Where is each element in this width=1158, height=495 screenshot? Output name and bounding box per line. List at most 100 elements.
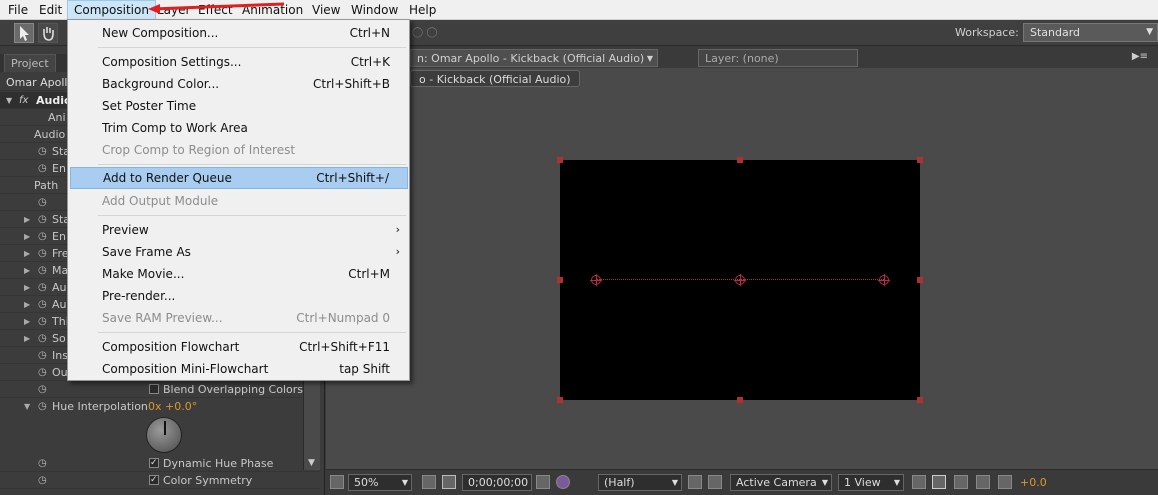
stopwatch-icon[interactable]: ◷ <box>38 313 47 330</box>
menu-item-new-composition[interactable]: New Composition... Ctrl+N <box>70 22 408 44</box>
timeline-icon[interactable] <box>954 475 968 489</box>
stopwatch-icon[interactable]: ◷ <box>38 296 47 313</box>
stopwatch-icon[interactable]: ◷ <box>38 398 47 415</box>
camera-snapshot-icon[interactable] <box>536 475 550 489</box>
stopwatch-icon[interactable]: ◷ <box>38 347 47 364</box>
menu-item-background-color[interactable]: Background Color... Ctrl+Shift+B <box>70 73 408 95</box>
stopwatch-icon[interactable]: ◷ <box>38 455 47 472</box>
camera-dropdown[interactable]: Active Camera ▼ <box>730 474 832 491</box>
selection-tool-icon[interactable] <box>14 23 34 43</box>
region-of-interest-icon[interactable] <box>688 475 702 489</box>
menu-item-trim-comp[interactable]: Trim Comp to Work Area <box>70 117 408 139</box>
reset-exposure-icon[interactable] <box>998 475 1012 489</box>
tab-composition[interactable]: n: Omar Apollo - Kickback (Official Audi… <box>410 49 658 67</box>
tab-project[interactable]: Project <box>4 54 56 72</box>
menu-item-shortcut: Ctrl+K <box>350 55 390 69</box>
exposure-value[interactable]: +0.0 <box>1020 476 1047 489</box>
menu-view[interactable]: View <box>306 0 346 20</box>
transform-handle[interactable] <box>737 397 743 403</box>
stopwatch-icon[interactable]: ◷ <box>38 262 47 279</box>
flowchart-icon[interactable] <box>976 475 990 489</box>
stopwatch-icon[interactable]: ◷ <box>38 381 47 398</box>
hand-tool-icon[interactable] <box>38 23 58 43</box>
menu-item-pre-render[interactable]: Pre-render... <box>70 285 408 307</box>
fx-icon[interactable]: fx <box>19 92 28 109</box>
panel-menu-icon[interactable]: ▶≡ <box>1132 51 1148 62</box>
toggle-pixel-aspect-icon[interactable] <box>912 475 926 489</box>
composition-canvas[interactable] <box>557 157 923 403</box>
expand-triangle-icon[interactable]: ▶ <box>24 245 30 262</box>
hue-interpolation-dial[interactable] <box>146 417 182 453</box>
menu-item-label: Add Output Module <box>102 194 219 208</box>
menu-item-add-to-render-queue[interactable]: Add to Render Queue Ctrl+Shift+/ <box>70 167 408 189</box>
transform-handle[interactable] <box>917 157 923 163</box>
expand-triangle-icon[interactable]: ▶ <box>24 296 30 313</box>
stopwatch-icon[interactable]: ◷ <box>38 160 47 177</box>
prop-label: So <box>52 332 66 345</box>
anchor-crosshair-icon[interactable] <box>734 274 746 286</box>
expand-triangle-icon[interactable]: ▶ <box>24 330 30 347</box>
stopwatch-icon[interactable]: ◷ <box>38 364 47 381</box>
transform-handle[interactable] <box>557 277 563 283</box>
views-dropdown[interactable]: 1 View ▼ <box>838 474 904 491</box>
stopwatch-icon[interactable]: ◷ <box>38 279 47 296</box>
stopwatch-icon[interactable]: ◷ <box>38 194 47 211</box>
transparency-grid-icon[interactable] <box>708 475 722 489</box>
menu-item-composition-mini-flowchart[interactable]: Composition Mini-Flowchart tap Shift <box>70 358 408 380</box>
zoom-dropdown[interactable]: 50% ▼ <box>348 474 412 491</box>
stopwatch-icon[interactable]: ◷ <box>38 211 47 228</box>
menu-item-set-poster-time[interactable]: Set Poster Time <box>70 95 408 117</box>
prop-label: Ma <box>52 264 69 277</box>
menu-help[interactable]: Help <box>403 0 442 20</box>
chevron-down-icon[interactable]: ▼ <box>647 50 653 68</box>
color-symmetry-checkbox[interactable]: ✓ <box>149 475 159 485</box>
transform-handle[interactable] <box>737 157 743 163</box>
menu-item-composition-flowchart[interactable]: Composition Flowchart Ctrl+Shift+F11 <box>70 336 408 358</box>
fast-previews-icon[interactable] <box>932 475 946 489</box>
end-point-crosshair-icon[interactable] <box>878 274 890 286</box>
stopwatch-icon[interactable]: ◷ <box>38 330 47 347</box>
menu-item-label: Preview <box>102 223 149 237</box>
blend-overlapping-label: Blend Overlapping Colors <box>163 383 303 396</box>
mask-visibility-icon[interactable] <box>442 475 456 489</box>
always-preview-icon[interactable] <box>330 475 344 489</box>
breadcrumb[interactable]: o - Kickback (Official Audio) <box>410 70 580 87</box>
dynamic-hue-checkbox[interactable]: ✓ <box>149 458 159 468</box>
workspace-dropdown[interactable]: Standard ▼ <box>1023 23 1158 42</box>
hue-interpolation-value[interactable]: 0x +0.0° <box>148 398 197 415</box>
menu-file[interactable]: File <box>2 0 34 20</box>
annotation-arrow <box>148 2 285 14</box>
menu-composition[interactable]: Composition <box>67 0 156 20</box>
blend-overlapping-checkbox[interactable] <box>149 384 159 394</box>
stopwatch-icon[interactable]: ◷ <box>38 228 47 245</box>
show-channel-icon[interactable] <box>556 475 570 489</box>
menu-edit[interactable]: Edit <box>33 0 68 20</box>
menu-item-save-frame-as[interactable]: Save Frame As › <box>70 241 408 263</box>
expand-triangle-icon[interactable]: ▶ <box>24 211 30 228</box>
scroll-down-icon[interactable]: ▼ <box>308 458 315 468</box>
expand-triangle-icon[interactable]: ▶ <box>24 279 30 296</box>
transform-handle[interactable] <box>917 277 923 283</box>
resolution-dropdown[interactable]: (Half) ▼ <box>598 474 682 491</box>
menu-item-make-movie[interactable]: Make Movie... Ctrl+M <box>70 263 408 285</box>
transform-handle[interactable] <box>557 157 563 163</box>
menu-item-composition-settings[interactable]: Composition Settings... Ctrl+K <box>70 51 408 73</box>
transform-handle[interactable] <box>917 397 923 403</box>
expand-triangle-icon[interactable]: ▶ <box>24 313 30 330</box>
stopwatch-icon[interactable]: ◷ <box>38 143 47 160</box>
tab-layer[interactable]: Layer: (none) <box>698 49 858 67</box>
menu-item-label: New Composition... <box>102 26 219 40</box>
expand-triangle-icon[interactable]: ▶ <box>24 262 30 279</box>
title-safe-icon[interactable] <box>422 475 436 489</box>
expand-triangle-icon[interactable]: ▶ <box>24 228 30 245</box>
timecode-field[interactable]: 0;00;00;00 <box>462 474 532 491</box>
expand-triangle-icon[interactable]: ▼ <box>6 92 12 109</box>
stopwatch-icon[interactable]: ◷ <box>38 245 47 262</box>
vertical-scrollbar[interactable]: ▼ <box>303 380 320 470</box>
stopwatch-icon[interactable]: ◷ <box>38 472 47 489</box>
start-point-crosshair-icon[interactable] <box>590 274 602 286</box>
transform-handle[interactable] <box>557 397 563 403</box>
expand-triangle-icon[interactable]: ▼ <box>24 398 30 415</box>
menu-item-preview[interactable]: Preview › <box>70 219 408 241</box>
menu-window[interactable]: Window <box>345 0 404 20</box>
